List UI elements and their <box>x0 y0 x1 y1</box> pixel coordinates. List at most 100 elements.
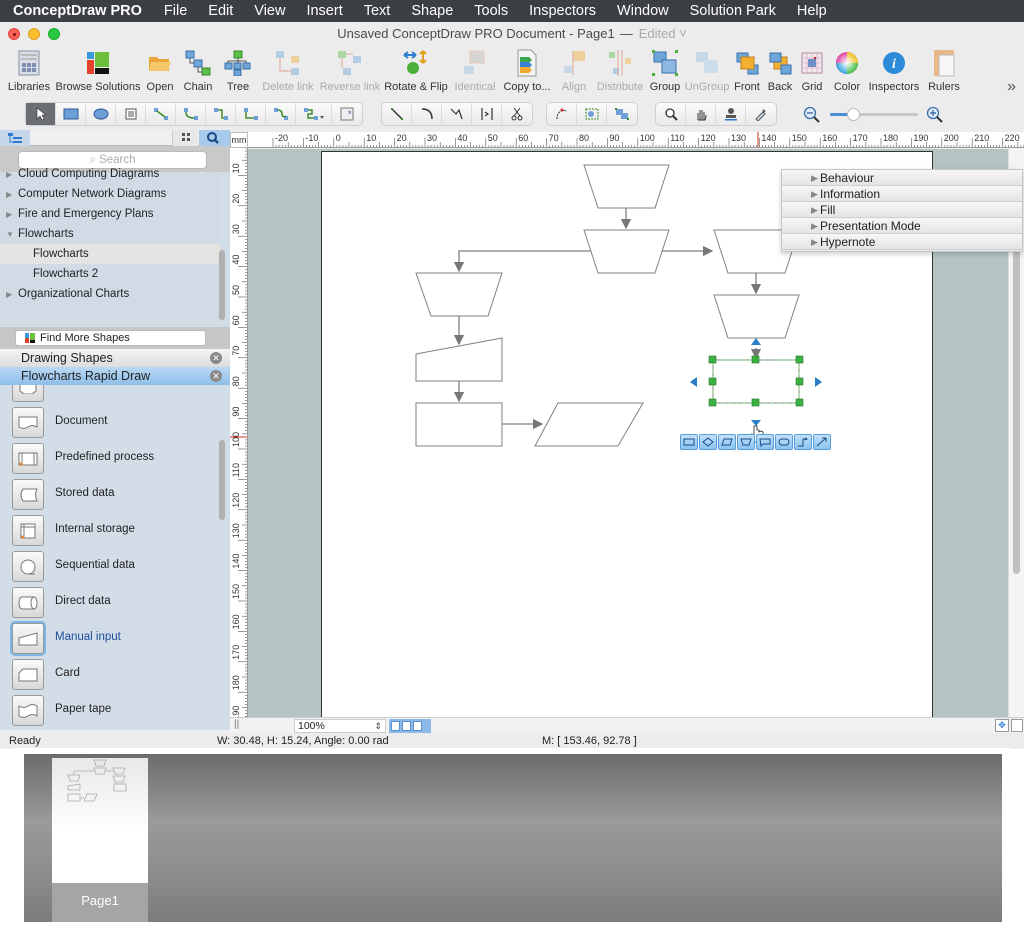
tree-item-cloud-computing[interactable]: ▶ Cloud Computing Diagrams <box>0 164 220 184</box>
zoom-select[interactable]: 100% ⇕ <box>294 719 386 733</box>
manual-input-shape[interactable] <box>415 337 503 382</box>
eyedropper-tool[interactable] <box>746 103 776 125</box>
inspector-section-hypernote[interactable]: ▶ Hypernote <box>782 234 1022 250</box>
menu-edit[interactable]: Edit <box>208 3 233 19</box>
scissors-tool[interactable] <box>502 103 532 125</box>
resize-handle[interactable] <box>795 377 804 386</box>
resize-handle[interactable] <box>708 377 717 386</box>
close-library-icon[interactable]: ✕ <box>210 370 222 382</box>
zoom-tool[interactable] <box>656 103 686 125</box>
tree-scrollbar[interactable] <box>219 250 225 320</box>
back-button[interactable]: Back <box>764 44 796 96</box>
split-handle-icon[interactable]: || <box>234 719 239 730</box>
menu-text[interactable]: Text <box>364 3 391 19</box>
inspector-section-behaviour[interactable]: ▶ Behaviour <box>782 170 1022 186</box>
shape-item-internal-storage[interactable]: Internal storage <box>12 515 220 551</box>
pointer-tool[interactable] <box>26 103 56 125</box>
edit-points-tool[interactable] <box>547 103 577 125</box>
open-button[interactable]: Open <box>142 44 178 96</box>
rapid-draw-arrow-connector[interactable] <box>813 434 831 450</box>
grid-button[interactable]: Grid <box>796 44 828 96</box>
menu-window[interactable]: Window <box>617 3 669 19</box>
resize-handle[interactable] <box>708 398 717 407</box>
page-thumbnail[interactable]: Page1 <box>52 758 148 922</box>
rapid-draw-arrow-up-icon[interactable] <box>751 338 761 345</box>
resize-handle[interactable] <box>708 355 717 364</box>
rapid-draw-rectangle[interactable] <box>680 434 698 450</box>
tree-item-flowcharts[interactable]: ▼ Flowcharts <box>0 224 220 244</box>
reverse-link-button[interactable]: Reverse link <box>318 44 382 96</box>
resize-handle[interactable] <box>751 398 760 407</box>
resize-handle[interactable] <box>795 398 804 407</box>
inspector-section-fill[interactable]: ▶ Fill <box>782 202 1022 218</box>
menu-solution-park[interactable]: Solution Park <box>690 3 776 19</box>
distribute-button[interactable]: Distribute <box>594 44 646 96</box>
shape-item-sequential-data[interactable]: Sequential data <box>12 551 220 587</box>
shape-item-direct-data[interactable]: Direct data <box>12 587 220 623</box>
maximize-window-button[interactable] <box>48 28 60 40</box>
edited-status[interactable]: Edited ˅ <box>639 26 687 41</box>
minimize-window-button[interactable] <box>28 28 40 40</box>
menu-tools[interactable]: Tools <box>474 3 508 19</box>
page-view-all[interactable] <box>413 721 422 731</box>
inspector-section-information[interactable]: ▶ Information <box>782 186 1022 202</box>
zoom-slider[interactable] <box>830 108 918 121</box>
line-tool[interactable] <box>382 103 412 125</box>
ellipse-tool[interactable] <box>86 103 116 125</box>
hand-tool[interactable] <box>686 103 716 125</box>
tree-item-org-charts[interactable]: ▶ Organizational Charts <box>0 284 220 304</box>
flowchart-shape-4[interactable] <box>713 294 800 339</box>
flowchart-shape-5[interactable] <box>415 272 503 317</box>
toolbar-overflow-button[interactable]: » <box>1007 78 1016 96</box>
tree-item-flowcharts-lib[interactable]: Flowcharts <box>0 244 220 264</box>
rapid-draw-arrow-right-icon[interactable] <box>815 377 822 387</box>
flowchart-shape-2[interactable] <box>583 229 670 274</box>
shapes-scrollbar[interactable] <box>219 440 225 520</box>
ungroup-button[interactable]: UnGroup <box>684 44 730 96</box>
find-more-shapes-button[interactable]: Find More Shapes <box>15 330 206 346</box>
resize-handle[interactable] <box>795 355 804 364</box>
inspectors-button[interactable]: i Inspectors <box>866 44 922 96</box>
align-button[interactable]: Align <box>554 44 594 96</box>
menu-app[interactable]: ConceptDraw PRO <box>13 3 142 19</box>
grid-view-tab[interactable] <box>172 130 198 146</box>
menu-shape[interactable]: Shape <box>411 3 453 19</box>
chain-button[interactable]: Chain <box>178 44 218 96</box>
polyline-tool[interactable] <box>442 103 472 125</box>
rectangle-tool[interactable] <box>56 103 86 125</box>
menu-help[interactable]: Help <box>797 3 827 19</box>
tree-view-tab[interactable] <box>0 130 30 146</box>
browse-solutions-button[interactable]: Browse Solutions <box>54 44 142 96</box>
shape-item-stored-data[interactable]: Stored data <box>12 479 220 515</box>
shape-item-paper-tape[interactable]: Paper tape <box>12 695 220 730</box>
curve-connector-tool[interactable] <box>266 103 296 125</box>
menu-insert[interactable]: Insert <box>306 3 342 19</box>
shape-item-partial[interactable] <box>12 385 220 407</box>
process-shape[interactable] <box>415 402 503 447</box>
direct-connector-tool[interactable] <box>146 103 176 125</box>
color-button[interactable]: Color <box>828 44 866 96</box>
insert-object-tool[interactable]: * <box>332 103 362 125</box>
smart-connector-tool[interactable] <box>206 103 236 125</box>
rotate-flip-button[interactable]: Rotate & Flip <box>382 44 450 96</box>
flowchart-shape-1[interactable] <box>583 164 670 209</box>
page-view-single[interactable] <box>391 721 400 731</box>
zoom-out-button[interactable] <box>803 106 821 127</box>
rapid-draw-parallelogram[interactable] <box>718 434 736 450</box>
tree-item-computer-network[interactable]: ▶ Computer Network Diagrams <box>0 184 220 204</box>
menu-view[interactable]: View <box>254 3 285 19</box>
fit-page-button[interactable]: ✥ <box>995 719 1009 732</box>
menu-file[interactable]: File <box>164 3 187 19</box>
round-connector-tool[interactable] <box>296 103 332 125</box>
rapid-draw-arrow-left-icon[interactable] <box>690 377 697 387</box>
inspector-section-presentation-mode[interactable]: ▶ Presentation Mode <box>782 218 1022 234</box>
shape-item-document[interactable]: Document <box>12 407 220 443</box>
rapid-draw-document[interactable] <box>756 434 774 450</box>
tree-item-flowcharts-2[interactable]: Flowcharts 2 <box>0 264 220 284</box>
rapid-draw-arrow-down-icon[interactable] <box>751 420 761 426</box>
ruler-unit[interactable]: mm <box>230 132 248 148</box>
shape-item-manual-input[interactable]: Manual input <box>12 623 220 659</box>
resize-handle[interactable] <box>751 355 760 364</box>
menu-inspectors[interactable]: Inspectors <box>529 3 596 19</box>
arc-connector-tool[interactable] <box>176 103 206 125</box>
